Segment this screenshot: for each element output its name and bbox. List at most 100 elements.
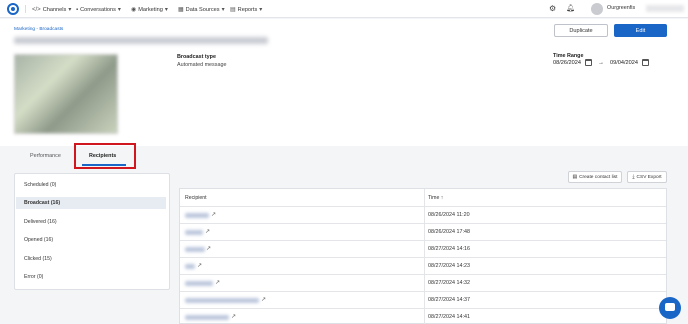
filter-error[interactable]: Error (0) [16,271,166,283]
row-time: 08/27/2024 14:16 [428,246,470,252]
create-contact-list-label: Create contact list [579,174,618,180]
filter-count: (0) [49,182,57,188]
recipient-blurred [185,247,205,252]
nav-data-sources[interactable]: ▦ Data Sources ▾ [178,5,225,14]
calendar-icon[interactable] [642,59,649,66]
filter-count: (0) [36,274,44,280]
top-navbar: </> Channels ▾ ▪ Conversations ▾ ◉ Marke… [0,0,688,18]
nav-divider [25,5,26,13]
nav-marketing[interactable]: ◉ Marketing ▾ [131,5,168,14]
create-contact-list-button[interactable]: ▤ Create contact list [568,171,622,183]
app-logo-icon[interactable] [7,3,19,15]
row-time: 08/27/2024 14:23 [428,263,470,269]
filter-scheduled[interactable]: Scheduled (0) [16,179,166,191]
csv-export-button[interactable]: ⤓ CSV Export [627,171,667,183]
data-icon: ▦ [178,7,184,13]
time-range-picker: 08/26/2024 → 09/04/2024 [553,59,649,66]
external-link-icon[interactable]: ↗ [211,211,216,218]
csv-export-label: CSV Export [636,174,662,180]
nav-reports-label: Reports [237,6,258,13]
column-header-recipient[interactable]: Recipient [185,189,207,206]
broadcast-type-value: Automated message [177,62,227,68]
chat-launcher-icon[interactable] [659,297,681,319]
filter-count: (16) [43,237,54,243]
external-link-icon[interactable]: ↗ [261,296,266,303]
chevron-down-icon: ▾ [117,7,121,13]
tab-performance[interactable]: Performance [30,153,61,159]
filter-label: Opened [24,237,43,243]
row-time: 08/27/2024 14:32 [428,280,470,286]
bell-icon[interactable]: 🔔︎ [566,4,575,12]
table-row[interactable]: ↗ 08/27/2024 14:16 [180,240,666,257]
recipient-blurred [185,298,259,303]
nav-conversations-label: Conversations [80,6,116,13]
filter-label: Broadcast [24,200,50,206]
nav-channels-label: Channels [42,6,67,13]
filter-count: (16) [47,219,57,225]
row-time: 08/27/2024 14:41 [428,314,470,320]
recipient-blurred [185,230,203,235]
filter-broadcast[interactable]: Broadcast (16) [16,197,166,209]
nav-conversations[interactable]: ▪ Conversations ▾ [76,5,121,14]
username[interactable]: Ourgreenfis [607,5,635,11]
recipient-blurred [185,213,209,218]
broadcast-preview-image [14,54,118,134]
table-row[interactable]: ↗ 08/26/2024 17:48 [180,223,666,240]
broadcast-type-label: Broadcast type [177,54,216,60]
date-to-input[interactable]: 09/04/2024 [610,60,638,66]
chart-icon: ▤ [230,7,236,13]
filter-label: Delivered [24,219,46,225]
edit-button[interactable]: Edit [614,24,667,37]
recipient-blurred [185,281,213,286]
calendar-icon[interactable] [585,59,592,66]
status-filter-list: Scheduled (0) Broadcast (16) Delivered (… [14,173,170,290]
chat-icon: ▪ [76,6,79,13]
recipients-table: Recipient Time ↑ ↗ 08/26/2024 11:20 ↗ 08… [179,188,667,324]
recipient-blurred [185,315,229,320]
breadcrumb[interactable]: Marketing - Broadcasts [14,27,63,32]
date-from-input[interactable]: 08/26/2024 [553,60,581,66]
code-icon: </> [32,6,41,13]
filter-label: Error [24,274,36,280]
table-row[interactable]: ↗ 08/27/2024 14:37 [180,291,666,308]
table-row[interactable]: ↗ 08/27/2024 14:32 [180,274,666,291]
external-link-icon[interactable]: ↗ [205,228,210,235]
arrow-right-icon: → [598,59,604,66]
external-link-icon[interactable]: ↗ [197,262,202,269]
chevron-down-icon: ▾ [259,7,263,13]
nav-channels[interactable]: </> Channels ▾ [32,5,71,14]
chevron-down-icon: ▾ [221,7,225,13]
external-link-icon[interactable]: ↗ [231,313,236,320]
external-link-icon[interactable]: ↗ [206,245,211,252]
table-row[interactable]: ↗ 08/27/2024 14:41 [180,308,666,324]
download-icon: ⤓ [632,175,635,180]
filter-count: (15) [42,256,52,262]
filter-label: Scheduled [24,182,49,188]
avatar[interactable] [591,3,603,15]
filter-label: Clicked [24,256,42,262]
filter-clicked[interactable]: Clicked (15) [16,253,166,265]
chevron-down-icon: ▾ [164,7,168,13]
broadcast-header: Marketing - Broadcasts Broadcast type Au… [0,19,688,146]
gear-icon[interactable]: ⚙ [549,4,556,13]
username-blurred [646,5,684,12]
column-header-time[interactable]: Time ↑ [428,189,443,206]
chevron-down-icon: ▾ [68,7,72,13]
table-row[interactable]: ↗ 08/26/2024 11:20 [180,206,666,223]
row-time: 08/26/2024 11:20 [428,212,470,218]
filter-count: (16) [50,200,61,206]
nav-data-sources-label: Data Sources [185,6,220,13]
nav-marketing-label: Marketing [138,6,163,13]
wifi-icon: ◉ [131,7,137,13]
table-row[interactable]: ↗ 08/27/2024 14:23 [180,257,666,274]
nav-reports[interactable]: ▤ Reports ▾ [230,5,262,14]
filter-opened[interactable]: Opened (16) [16,234,166,246]
contact-list-icon: ▤ [572,174,578,180]
row-time: 08/27/2024 14:37 [428,297,470,303]
external-link-icon[interactable]: ↗ [215,279,220,286]
page-title-blurred [14,37,268,44]
highlight-box [74,143,136,169]
recipient-blurred [185,264,195,269]
duplicate-button[interactable]: Duplicate [554,24,608,37]
filter-delivered[interactable]: Delivered (16) [16,216,166,228]
